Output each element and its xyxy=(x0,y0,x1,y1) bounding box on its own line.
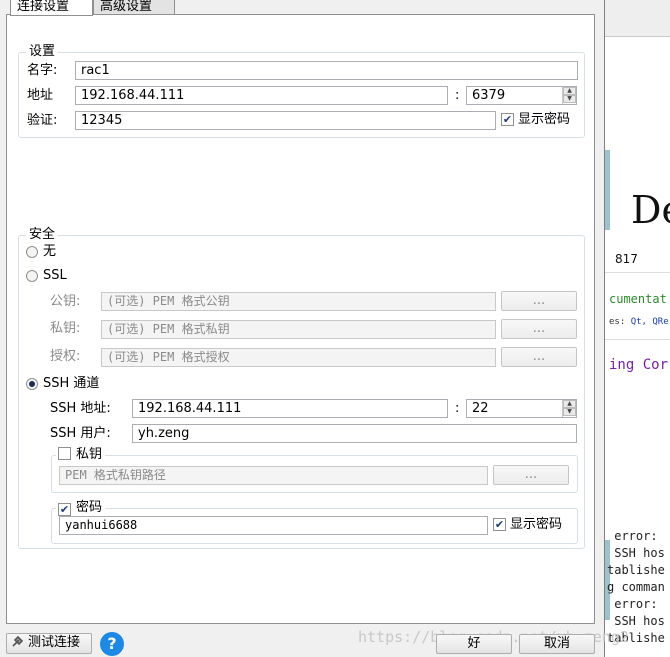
ssh-private-key-checkbox[interactable] xyxy=(58,447,71,460)
ssh-private-key-input[interactable]: PEM 格式私钥路径 xyxy=(59,466,488,485)
spin-down-icon[interactable]: ▼ xyxy=(563,95,576,103)
ssl-public-key-browse-button[interactable]: ... xyxy=(501,291,577,311)
ssh-address-label: SSH 地址: xyxy=(50,401,111,416)
log-line: SSH hos xyxy=(607,546,665,560)
port-value: 6379 xyxy=(472,88,506,103)
security-group-title: 安全 xyxy=(26,227,59,242)
ssl-public-key-label: 公钥: xyxy=(50,294,81,309)
spin-up-icon[interactable]: ▲ xyxy=(563,400,576,408)
cancel-button[interactable]: 取消 xyxy=(519,634,595,654)
background-keywords-prefix: es: xyxy=(609,317,631,327)
port-stepper[interactable]: ▲ ▼ xyxy=(562,87,576,104)
security-ssl-radio[interactable] xyxy=(26,270,38,282)
security-none-label: 无 xyxy=(43,244,57,259)
ssh-private-key-title: 私钥 xyxy=(76,447,103,462)
ssl-private-key-browse-button[interactable]: ... xyxy=(501,319,577,339)
background-window: De 817 cumentat es: Qt, QRe ing Cor erro… xyxy=(604,0,670,657)
ssh-port-separator: : xyxy=(455,401,460,416)
background-toolbar xyxy=(605,0,670,37)
background-divider xyxy=(605,272,670,273)
ssh-port-stepper[interactable]: ▲ ▼ xyxy=(562,400,576,417)
background-heading: De xyxy=(631,188,670,232)
ssh-show-password-checkbox[interactable]: ✔ xyxy=(493,518,506,531)
log-line: error: xyxy=(607,529,658,543)
settings-group-title: 设置 xyxy=(26,44,59,59)
ssl-authority-browse-button[interactable]: ... xyxy=(501,347,577,367)
address-input[interactable]: 192.168.44.111 xyxy=(75,86,448,105)
security-ssh-label: SSH 通道 xyxy=(43,376,100,391)
ssh-password-legend: ✔ 密码 xyxy=(56,500,106,516)
address-label: 地址 xyxy=(27,88,54,103)
auth-label: 验证: xyxy=(27,113,58,128)
port-spinbox[interactable]: 6379 ▲ ▼ xyxy=(466,86,577,105)
background-link[interactable]: cumentat xyxy=(609,292,667,306)
name-label: 名字: xyxy=(27,63,58,78)
help-icon[interactable]: ? xyxy=(100,632,124,656)
background-scroll-indicator xyxy=(605,150,610,230)
log-line: error: xyxy=(607,597,658,611)
ssh-password-checkbox[interactable]: ✔ xyxy=(58,503,71,516)
ssh-password-title: 密码 xyxy=(76,500,103,515)
ssh-password-input[interactable]: yanhui6688 xyxy=(59,516,488,535)
ssh-port-value: 22 xyxy=(472,401,489,416)
test-connection-button[interactable]: 测试连接 xyxy=(6,633,92,654)
ssl-authority-input[interactable]: (可选) PEM 格式授权 xyxy=(101,348,496,367)
ssl-authority-label: 授权: xyxy=(50,349,81,364)
security-ssh-radio[interactable] xyxy=(26,378,38,390)
tab-connection-settings[interactable]: 连接设置 xyxy=(10,0,93,16)
ssl-public-key-input[interactable]: (可选) PEM 格式公钥 xyxy=(101,292,496,311)
connection-dialog: 高级设置 连接设置 设置 名字: rac1 地址 192.168.44.111 … xyxy=(0,0,629,657)
port-separator: : xyxy=(455,88,460,103)
background-divider xyxy=(605,339,670,340)
security-none-radio[interactable] xyxy=(26,246,38,258)
log-line: tablishe xyxy=(607,563,665,577)
background-number: 817 xyxy=(615,252,638,266)
background-command: ing Cor xyxy=(609,357,669,373)
spin-down-icon[interactable]: ▼ xyxy=(563,408,576,416)
plug-icon xyxy=(11,635,24,648)
background-keywords-values: Qt, QRe xyxy=(630,317,669,327)
ssh-port-spinbox[interactable]: 22 ▲ ▼ xyxy=(466,399,577,418)
ssh-user-label: SSH 用户: xyxy=(50,426,111,441)
ssl-private-key-input[interactable]: (可选) PEM 格式私钥 xyxy=(101,320,496,339)
ssh-address-input[interactable]: 192.168.44.111 xyxy=(132,399,448,418)
ssh-show-password-label: 显示密码 xyxy=(510,517,563,532)
auth-password-input[interactable]: 12345 xyxy=(75,111,496,130)
show-password-label: 显示密码 xyxy=(518,112,571,127)
ssl-private-key-label: 私钥: xyxy=(50,321,81,336)
tab-advanced-settings[interactable]: 高级设置 xyxy=(93,0,175,15)
spin-up-icon[interactable]: ▲ xyxy=(563,87,576,95)
test-connection-label: 测试连接 xyxy=(28,635,81,650)
background-keywords: es: Qt, QRe xyxy=(609,317,669,327)
ok-button[interactable]: 好 xyxy=(436,634,512,654)
ssh-user-input[interactable]: yh.zeng xyxy=(132,424,577,443)
log-line: g comman xyxy=(607,580,665,594)
ssh-private-key-browse-button[interactable]: ... xyxy=(493,465,569,485)
ssh-private-key-legend: 私钥 xyxy=(56,447,106,462)
security-ssl-label: SSL xyxy=(43,268,67,283)
name-input[interactable]: rac1 xyxy=(75,61,578,80)
show-password-checkbox[interactable]: ✔ xyxy=(501,113,514,126)
tab-panel: 设置 名字: rac1 地址 192.168.44.111 : 6379 ▲ ▼… xyxy=(6,14,595,624)
